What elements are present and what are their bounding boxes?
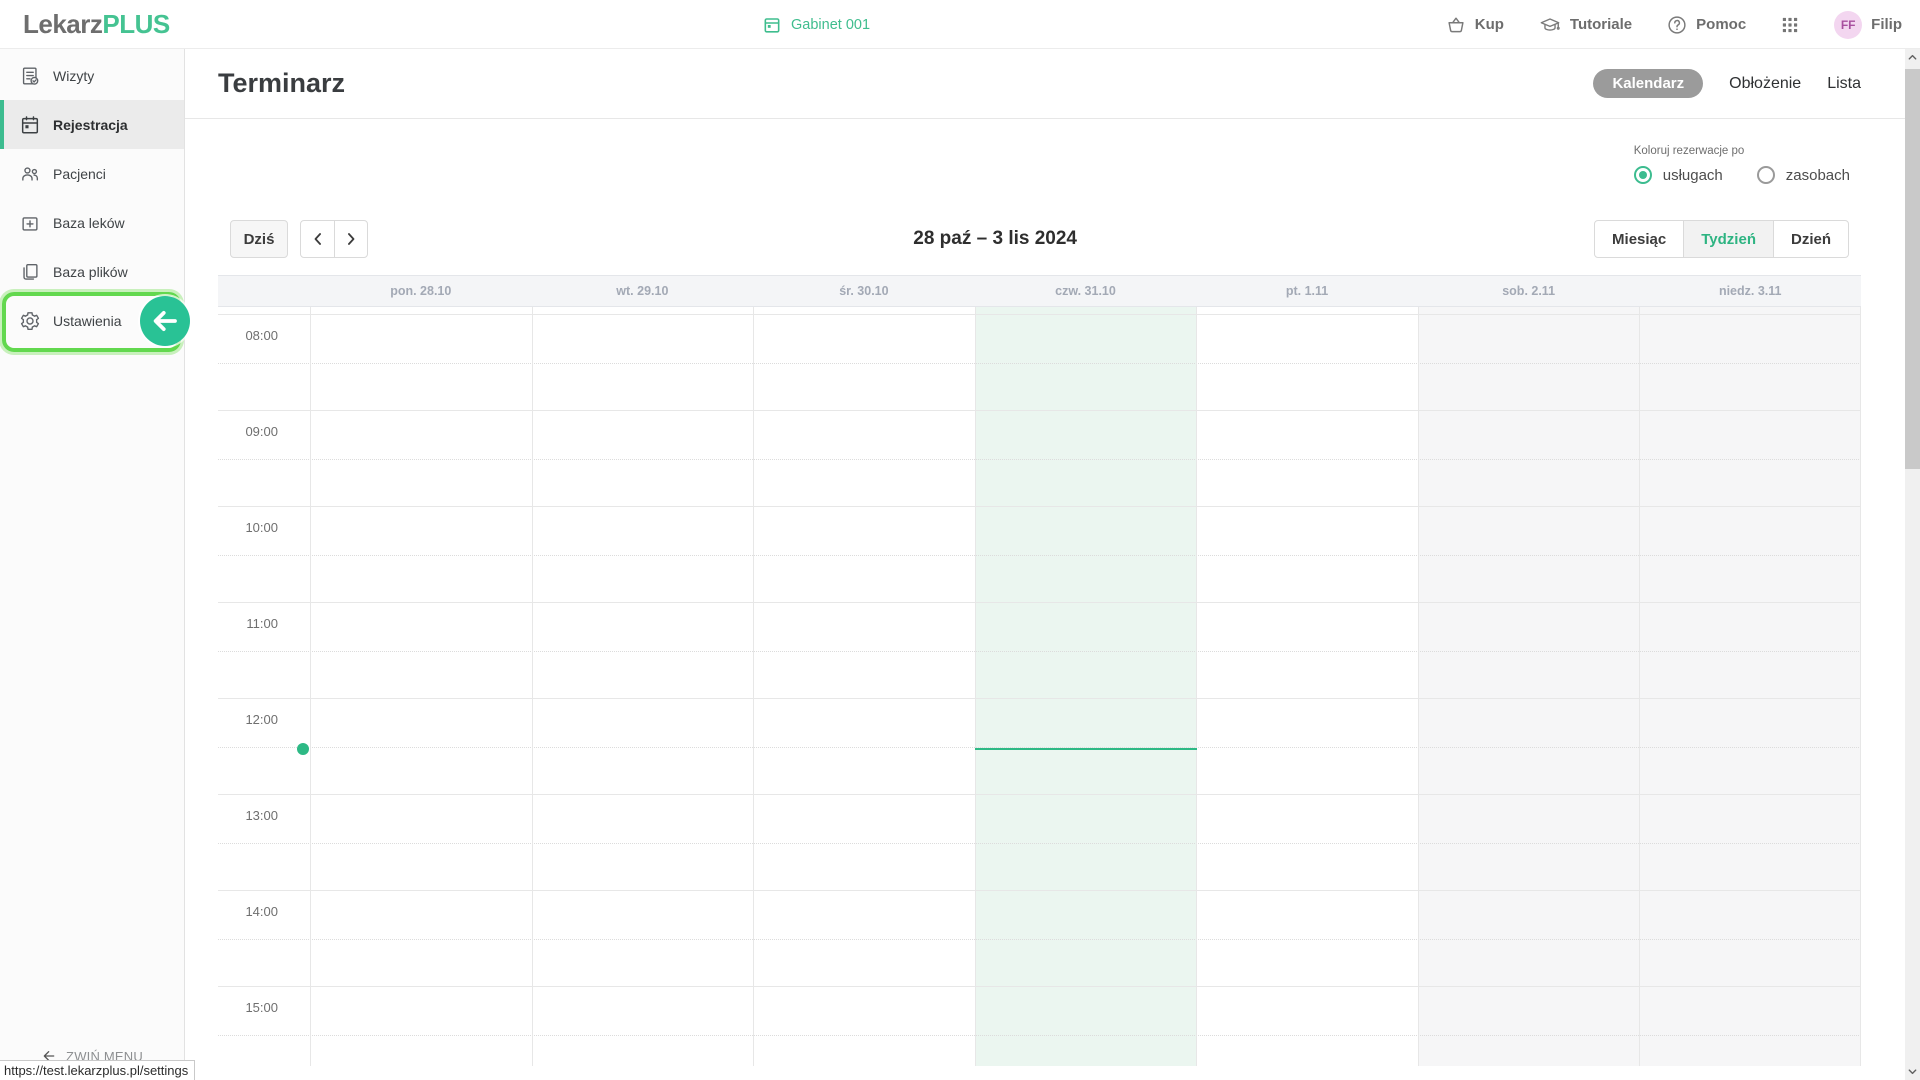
day-column-wed[interactable] xyxy=(753,307,975,1066)
day-header-cell-wed: śr. 30.10 xyxy=(753,276,975,306)
day-column-mon[interactable] xyxy=(310,307,532,1066)
header-item-label: Tutoriale xyxy=(1570,16,1632,33)
header-item-label: Pomoc xyxy=(1696,16,1746,33)
chevron-left-icon xyxy=(308,229,328,249)
day-header-cell-mon: pon. 28.10 xyxy=(310,276,532,306)
day-header-cell-thu: czw. 31.10 xyxy=(975,276,1197,306)
calendar-icon xyxy=(19,114,41,136)
office-selector[interactable]: Gabinet 001 xyxy=(762,0,870,49)
sidebar-item-patients[interactable]: Pacjenci xyxy=(0,149,184,198)
radio-option-by-resources[interactable]: zasobach xyxy=(1757,166,1850,184)
user-name: Filip xyxy=(1871,16,1902,33)
status-url: https://test.lekarzplus.pl/settings xyxy=(4,1063,188,1078)
office-label: Gabinet 001 xyxy=(791,17,870,33)
time-grid: 08:0009:0010:0011:0012:0013:0014:0015:00 xyxy=(218,307,1861,1066)
arrow-left-icon xyxy=(150,306,180,336)
patients-icon xyxy=(19,163,41,185)
basket-icon xyxy=(1445,14,1467,36)
tab-calendar[interactable]: Kalendarz xyxy=(1593,69,1703,98)
header-item-tutorials[interactable]: Tutoriale xyxy=(1538,14,1632,36)
sidebar-item-medicine-database[interactable]: Baza leków xyxy=(0,198,184,247)
sidebar-items: Wizyty Rejestracja Pacjenci Baza leków Baza … xyxy=(0,49,184,345)
sidebar-item-label: Baza leków xyxy=(53,215,125,231)
day-header-gutter xyxy=(218,276,310,306)
files-icon xyxy=(19,261,41,283)
color-by-options: usługach zasobach xyxy=(1634,166,1850,184)
day-column-sat[interactable] xyxy=(1418,307,1640,1066)
calendar-small-icon xyxy=(762,15,782,35)
clipboard-check-icon xyxy=(19,65,41,87)
header-item-help[interactable]: Pomoc xyxy=(1666,14,1746,36)
color-by-label: Koloruj rezerwacje po xyxy=(1634,145,1850,157)
main-content: Terminarz Kalendarz Obłożenie Lista Koloru… xyxy=(185,49,1905,1080)
date-range-title: 28 paź – 3 lis 2024 xyxy=(913,228,1077,250)
time-gutter xyxy=(218,307,310,1066)
view-button-week[interactable]: Tydzień xyxy=(1683,221,1773,257)
graduation-cap-icon xyxy=(1538,14,1562,36)
sidebar-item-settings[interactable]: Ustawienia xyxy=(0,296,184,345)
day-column-borders xyxy=(218,307,1861,1066)
sidebar-item-file-database[interactable]: Baza plików xyxy=(0,247,184,296)
range-nav-group xyxy=(300,220,368,258)
radio-label: usługach xyxy=(1663,167,1723,184)
day-header-cell-fri: pt. 1.11 xyxy=(1196,276,1418,306)
sidebar-item-label: Rejestracja xyxy=(53,117,128,133)
today-button[interactable]: Dziś xyxy=(230,220,288,258)
app-logo-part2: PLUS xyxy=(102,9,169,39)
header-nav: Kup Tutoriale Pomoc xyxy=(1445,14,1746,36)
sidebar-item-visits[interactable]: Wizyty xyxy=(0,51,184,100)
chevron-right-icon xyxy=(341,229,361,249)
tab-occupancy[interactable]: Obłożenie xyxy=(1729,75,1801,93)
scrollbar xyxy=(1905,49,1920,1080)
top-bar: LekarzPLUS Gabinet 001 Kup Tutoriale Pomoc… xyxy=(0,0,1920,49)
sidebar-item-registration[interactable]: Rejestracja xyxy=(0,100,184,149)
header-item-buy[interactable]: Kup xyxy=(1445,14,1504,36)
day-column-thu[interactable] xyxy=(975,307,1197,1066)
radio-by-services[interactable] xyxy=(1634,166,1652,184)
now-indicator-dot xyxy=(297,743,309,755)
display-tabs: Kalendarz Obłożenie Lista xyxy=(1593,69,1861,98)
day-header-cell-sun: niedz. 3.11 xyxy=(1639,276,1861,306)
view-switch-group: MiesiącTydzieńDzień xyxy=(1594,220,1849,258)
day-header-cell-tue: wt. 29.10 xyxy=(532,276,754,306)
scroll-up-button[interactable] xyxy=(1905,49,1920,66)
day-header-cell-sat: sob. 2.11 xyxy=(1418,276,1640,306)
view-button-day[interactable]: Dzień xyxy=(1773,221,1848,257)
status-bar: https://test.lekarzplus.pl/settings xyxy=(0,1060,195,1080)
app-logo-part1: Lekarz xyxy=(23,9,102,39)
question-icon xyxy=(1666,14,1688,36)
color-by-section: Koloruj rezerwacje po usługach zasobach xyxy=(185,145,1905,184)
sidebar-item-label: Baza plików xyxy=(53,264,128,280)
gear-icon xyxy=(19,310,41,332)
sidebar: Wizyty Rejestracja Pacjenci Baza leków Baza … xyxy=(0,49,185,1080)
radio-option-by-services[interactable]: usługach xyxy=(1634,166,1723,184)
scroll-thumb[interactable] xyxy=(1905,69,1920,469)
day-column-fri[interactable] xyxy=(1196,307,1418,1066)
next-button[interactable] xyxy=(334,221,367,257)
sidebar-item-label: Pacjenci xyxy=(53,166,106,182)
page-title: Terminarz xyxy=(218,68,345,99)
view-button-month[interactable]: Miesiąc xyxy=(1595,221,1683,257)
medicine-box-icon xyxy=(19,212,41,234)
sidebar-item-label: Ustawienia xyxy=(53,313,121,329)
user-menu[interactable]: FF Filip xyxy=(1834,11,1902,39)
header-item-label: Kup xyxy=(1475,16,1504,33)
app-logo[interactable]: LekarzPLUS xyxy=(23,9,170,40)
header-right: Kup Tutoriale Pomoc FF Filip xyxy=(1445,0,1902,49)
apps-grid-icon[interactable] xyxy=(1780,15,1800,35)
scroll-down-button[interactable] xyxy=(1905,1063,1920,1080)
prev-button[interactable] xyxy=(301,221,334,257)
avatar: FF xyxy=(1834,11,1862,39)
page-header-row: Terminarz Kalendarz Obłożenie Lista xyxy=(185,49,1905,119)
day-header-row: pon. 28.10wt. 29.10śr. 30.10czw. 31.10pt… xyxy=(218,275,1861,307)
annotation-arrow-circle xyxy=(140,296,190,346)
now-indicator-line xyxy=(975,748,1197,750)
tab-list[interactable]: Lista xyxy=(1827,75,1861,93)
day-column-tue[interactable] xyxy=(532,307,754,1066)
sidebar-item-label: Wizyty xyxy=(53,68,94,84)
day-column-sun[interactable] xyxy=(1639,307,1861,1066)
calendar-toolbar: Dziś 28 paź – 3 lis 2024 MiesiącTydzieńD… xyxy=(218,220,1861,258)
radio-label: zasobach xyxy=(1786,167,1850,184)
radio-by-resources[interactable] xyxy=(1757,166,1775,184)
